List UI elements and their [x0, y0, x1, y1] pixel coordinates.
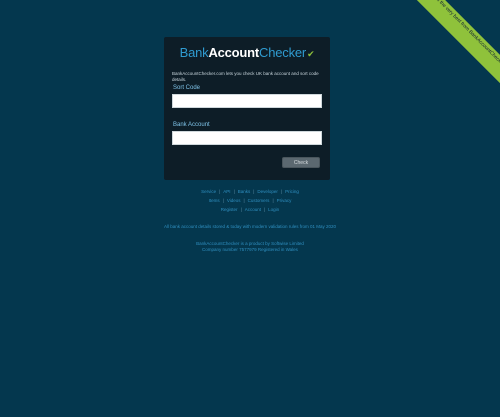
link-separator: | [219, 189, 221, 194]
bank-account-field[interactable] [172, 131, 322, 145]
footer-links-row-1: Service | API | Banks | Developer | Pricing [0, 189, 500, 194]
link-separator: | [280, 189, 283, 194]
link-separator: | [243, 198, 245, 203]
footer-links-row-2: Items | Videos | Customers | Privacy [0, 198, 500, 203]
link-api[interactable]: API [223, 189, 230, 194]
bank-account-label: Bank Account [173, 122, 210, 128]
check-button[interactable]: Check [282, 157, 320, 168]
link-separator: | [264, 207, 266, 212]
link-customers[interactable]: Customers [248, 198, 270, 203]
link-separator: | [240, 207, 242, 212]
link-privacy[interactable]: Privacy [277, 198, 292, 203]
logo-text-account: Account [208, 45, 260, 60]
link-developer[interactable]: Developer [257, 189, 278, 194]
company-footer: BankAccountChecker is a product by Softw… [0, 241, 500, 253]
link-pricing[interactable]: Pricing [285, 189, 299, 194]
footer-registration-line: Company number 7577979 Registered in Wal… [202, 247, 298, 252]
link-separator: | [253, 189, 255, 194]
login-panel: BankAccountChecker✔ BankAccountChecker.c… [164, 37, 330, 180]
link-separator: | [222, 198, 224, 203]
link-separator: | [233, 189, 235, 194]
logo-text-checker: Checker [259, 45, 307, 60]
link-items[interactable]: Items [209, 198, 220, 203]
link-login[interactable]: Login [268, 207, 279, 212]
footer-links-row-3: Register | Account | Login [0, 207, 500, 212]
sort-code-field[interactable] [172, 94, 322, 108]
link-register[interactable]: Register [221, 207, 238, 212]
site-logo[interactable]: BankAccountChecker✔ [164, 45, 330, 60]
promo-ribbon[interactable]: Happy 2020. All the very best from BankA… [398, 0, 500, 89]
link-banks[interactable]: Banks [238, 189, 251, 194]
intro-text: BankAccountChecker.com lets you check UK… [172, 71, 319, 82]
sort-code-label: Sort Code [173, 85, 201, 91]
link-account[interactable]: Account [245, 207, 261, 212]
link-videos[interactable]: Videos [227, 198, 241, 203]
validation-notice: All bank account details stored & today … [163, 224, 337, 229]
checkmark-icon: ✔ [307, 49, 315, 59]
logo-text-bank: Bank [179, 45, 209, 60]
link-service[interactable]: Service [201, 189, 216, 194]
link-separator: | [272, 198, 274, 203]
